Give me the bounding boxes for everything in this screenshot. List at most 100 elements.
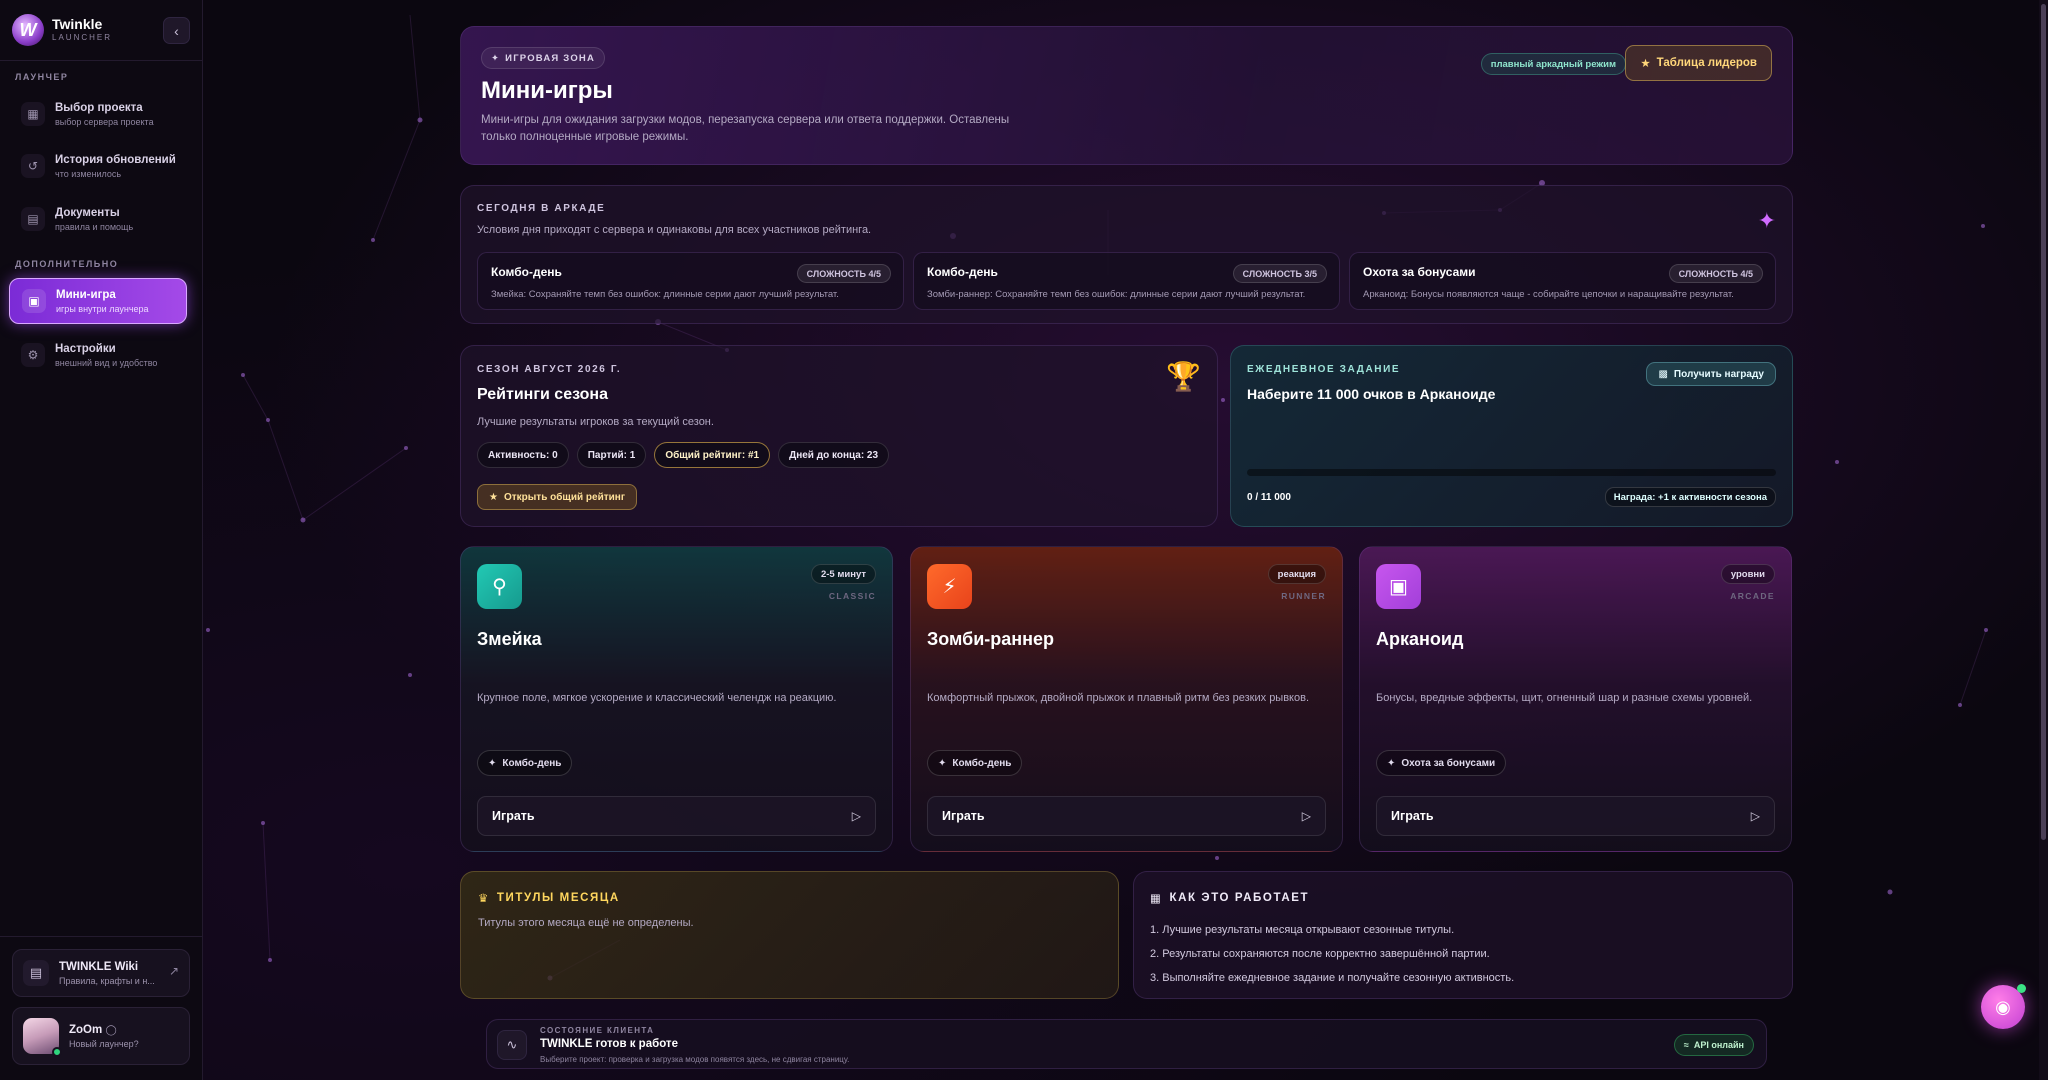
- game-title: Зомби-раннер: [927, 629, 1055, 649]
- wiki-subtitle: Правила, крафты и н...: [59, 975, 155, 986]
- game-card-zombie-runner: ⚡ реакция RUNNER Зомби-раннер Комфортный…: [910, 546, 1343, 852]
- client-status-bar: ∿ СОСТОЯНИЕ КЛИЕНТА TWINKLE готов к рабо…: [486, 1019, 1767, 1069]
- game-genre: RUNNER: [1281, 591, 1326, 601]
- activity-icon: ∿: [497, 1030, 527, 1060]
- play-label: Играть: [1391, 809, 1434, 823]
- sidebar-item-update-history[interactable]: ↺ История обновлений что изменилось: [9, 143, 187, 189]
- sparkle-icon: ✦: [488, 757, 497, 769]
- sidebar-item-subtitle: правила и помощь: [55, 221, 134, 232]
- sidebar-item-documents[interactable]: ▤ Документы правила и помощь: [9, 196, 187, 242]
- section-description: Условия дня приходят с сервера и одинако…: [477, 224, 872, 236]
- divider: [0, 936, 203, 937]
- sidebar-item-project-select[interactable]: ▦ Выбор проекта выбор сервера проекта: [9, 91, 187, 137]
- challenge-description: Арканоид: Бонусы появляются чаще - собир…: [1363, 289, 1734, 300]
- sparkle-icon: ✦: [938, 757, 947, 769]
- app-logo: W: [12, 14, 44, 46]
- play-zombie-runner-button[interactable]: Играть ▷: [927, 796, 1326, 836]
- collapse-sidebar-button[interactable]: ‹: [163, 17, 190, 44]
- hero-tag: ✦ ИГРОВАЯ ЗОНА: [481, 47, 606, 69]
- book-icon: ▤: [23, 960, 49, 986]
- stat-games: Партий: 1: [576, 442, 647, 468]
- sidebar-item-title: Выбор проекта: [55, 101, 143, 114]
- challenge-card: Комбо-день СЛОЖНОСТЬ 3/5 Зомби-раннер: С…: [913, 252, 1340, 310]
- section-heading: ♛ ТИТУЛЫ МЕСЯЦА: [478, 892, 620, 905]
- play-label: Играть: [492, 809, 535, 823]
- difficulty-badge: СЛОЖНОСТЬ 4/5: [796, 264, 891, 283]
- game-duration-badge: уровни: [1720, 564, 1775, 584]
- mode-badge: плавный аркадный режим: [1480, 53, 1626, 75]
- stat-activity: Активность: 0: [477, 442, 569, 468]
- user-name: ZoOm ◯: [69, 1023, 117, 1036]
- brand[interactable]: W Twinkle LAUNCHER: [12, 14, 112, 46]
- gear-icon: ⚙: [21, 343, 45, 367]
- sparkle-icon: ✦: [1387, 757, 1396, 769]
- trophy-icon: ★: [489, 491, 498, 503]
- user-profile[interactable]: ZoOm ◯ Новый лаунчер?: [12, 1007, 190, 1065]
- leaderboard-button[interactable]: ★ Таблица лидеров: [1625, 45, 1772, 81]
- season-description: Лучшие результаты игроков за текущий сез…: [477, 416, 714, 428]
- daily-progress-bar: [1247, 469, 1776, 476]
- gamepad-icon: ▣: [22, 289, 46, 313]
- daily-progress-text: 0 / 11 000: [1247, 492, 1291, 503]
- gift-icon: ▩: [1658, 368, 1668, 380]
- sidebar-item-subtitle: игры внутри лаунчера: [56, 303, 149, 314]
- game-duration-badge: 2-5 минут: [810, 564, 876, 584]
- claim-reward-button[interactable]: ▩ Получить награду: [1646, 362, 1776, 386]
- section-eyebrow: СЕГОДНЯ В АРКАДЕ: [477, 203, 606, 214]
- grid-icon: ▦: [21, 102, 45, 126]
- joystick-icon: ⚲: [477, 564, 522, 609]
- game-challenge-tag: ✦ Охота за бонусами: [1376, 750, 1507, 776]
- play-snake-button[interactable]: Играть ▷: [477, 796, 876, 836]
- game-card-snake: ⚲ 2-5 минут CLASSIC Змейка Крупное поле,…: [460, 546, 893, 852]
- today-in-arcade-panel: СЕГОДНЯ В АРКАДЕ Условия дня приходят с …: [460, 185, 1793, 324]
- game-challenge-tag: ✦ Комбо-день: [927, 750, 1023, 776]
- scrollbar[interactable]: [2039, 0, 2048, 1080]
- bolt-icon: ⚡: [927, 564, 972, 609]
- history-icon: ↺: [21, 154, 45, 178]
- sidebar-item-subtitle: внешний вид и удобство: [55, 357, 158, 368]
- challenge-description: Змейка: Сохраняйте темп без ошибок: длин…: [491, 289, 839, 300]
- section-heading: ▦ КАК ЭТО РАБОТАЕТ: [1150, 892, 1310, 905]
- gamepad-icon: ▣: [1376, 564, 1421, 609]
- season-ratings-panel: СЕЗОН АВГУСТ 2026 Г. Рейтинги сезона Луч…: [460, 345, 1218, 527]
- game-card-arkanoid: ▣ уровни ARCADE Арканоид Бонусы, вредные…: [1359, 546, 1792, 852]
- sidebar-item-minigame[interactable]: ▣ Мини-игра игры внутри лаунчера: [9, 278, 187, 324]
- sidebar-item-subtitle: что изменилось: [55, 168, 122, 179]
- status-title: TWINKLE готов к работе: [540, 1038, 678, 1050]
- wiki-link[interactable]: ▤ TWINKLE Wiki Правила, крафты и н... ↗: [12, 949, 190, 997]
- scrollbar-thumb[interactable]: [2041, 4, 2046, 840]
- wifi-icon: ≈: [1683, 1040, 1689, 1050]
- season-title: Рейтинги сезона: [477, 386, 608, 403]
- daily-task-panel: ЕЖЕДНЕВНОЕ ЗАДАНИЕ Наберите 11 000 очков…: [1230, 345, 1793, 527]
- calendar-icon: ▦: [1150, 893, 1163, 905]
- sidebar-item-title: Мини-игра: [56, 288, 116, 301]
- status-eyebrow: СОСТОЯНИЕ КЛИЕНТА: [540, 1026, 655, 1035]
- sparkle-icon: ✦: [1757, 208, 1776, 233]
- hero-panel: ✦ ИГРОВАЯ ЗОНА Мини-игры Мини-игры для о…: [460, 26, 1793, 165]
- trophy-icon: ★: [1640, 58, 1651, 70]
- open-rating-button[interactable]: ★ Открыть общий рейтинг: [477, 484, 637, 510]
- game-challenge-tag: ✦ Комбо-день: [477, 750, 573, 776]
- stat-overall-rank: Общий рейтинг: #1: [654, 442, 771, 468]
- game-genre: CLASSIC: [828, 591, 876, 601]
- game-duration-badge: реакция: [1267, 564, 1326, 584]
- game-description: Бонусы, вредные эффекты, щит, огненный ш…: [1376, 692, 1753, 704]
- play-label: Играть: [942, 809, 985, 823]
- user-subtitle: Новый лаунчер?: [69, 1038, 139, 1049]
- list-item: 3. Выполняйте ежедневное задание и получ…: [1150, 972, 1515, 984]
- wiki-title: TWINKLE Wiki: [59, 960, 139, 973]
- challenge-card: Комбо-день СЛОЖНОСТЬ 4/5 Змейка: Сохраня…: [477, 252, 904, 310]
- online-status-dot: [52, 1047, 62, 1057]
- monthly-titles-panel: ♛ ТИТУЛЫ МЕСЯЦА Титулы этого месяца ещё …: [460, 871, 1119, 999]
- difficulty-badge: СЛОЖНОСТЬ 4/5: [1668, 264, 1763, 283]
- reward-badge: Награда: +1 к активности сезона: [1604, 487, 1776, 507]
- page-title: Мини-игры: [481, 77, 613, 104]
- robot-icon: ◉: [1995, 996, 2011, 1017]
- list-item: 2. Результаты сохраняются после корректн…: [1150, 948, 1490, 960]
- assistant-bot-button[interactable]: ◉: [1981, 984, 2026, 1029]
- difficulty-badge: СЛОЖНОСТЬ 3/5: [1232, 264, 1327, 283]
- sidebar-item-settings[interactable]: ⚙ Настройки внешний вид и удобство: [9, 332, 187, 378]
- play-arkanoid-button[interactable]: Играть ▷: [1376, 796, 1775, 836]
- sidebar: W Twinkle LAUNCHER ‹ ЛАУНЧЕР ▦ Выбор про…: [0, 0, 203, 1080]
- season-stats: Активность: 0 Партий: 1 Общий рейтинг: #…: [477, 442, 890, 468]
